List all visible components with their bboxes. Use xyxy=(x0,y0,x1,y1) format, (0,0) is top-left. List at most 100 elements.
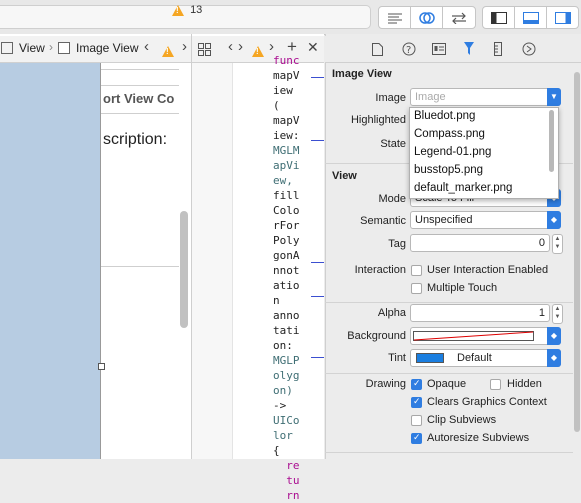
code-line: { xyxy=(273,444,280,457)
right-panel-icon xyxy=(554,11,571,24)
image-combo-box[interactable]: Image ▼ xyxy=(410,88,561,106)
code-jump-bar: ‹ › › + ✕ xyxy=(192,36,324,63)
issue-warning-icon[interactable] xyxy=(162,46,174,58)
divider xyxy=(101,113,179,114)
multiple-touch-checkbox[interactable] xyxy=(411,283,422,294)
svg-text:?: ? xyxy=(406,45,411,56)
forward-arrow-icon[interactable]: › xyxy=(238,38,243,55)
clip-subviews-label: Clip Subviews xyxy=(427,414,497,426)
alpha-stepper[interactable]: ▲ ▼ xyxy=(552,304,563,324)
back-arrow-icon[interactable]: ‹ xyxy=(144,38,149,55)
stepper-arrows-icon[interactable]: ◆ xyxy=(547,349,561,367)
autoresize-subviews-checkbox[interactable] xyxy=(411,432,422,444)
clears-graphics-checkbox[interactable] xyxy=(411,396,422,408)
left-scrollbar[interactable] xyxy=(180,211,188,328)
assistant-editor-button[interactable] xyxy=(411,7,443,28)
dropdown-item[interactable]: busstop5.png xyxy=(414,164,483,176)
dropdown-item[interactable]: default_marker.png xyxy=(414,182,512,194)
description-label: scription: xyxy=(103,131,168,148)
breadcrumb-image-view[interactable]: Image View xyxy=(76,41,138,55)
user-interaction-label: User Interaction Enabled xyxy=(427,264,549,276)
chevron-down-icon[interactable]: ▼ xyxy=(547,88,561,106)
ruler-icon[interactable] xyxy=(494,42,502,56)
background-color-well[interactable]: ◆ xyxy=(410,327,561,345)
tint-label: Tint xyxy=(388,352,406,364)
tint-color-well[interactable]: Default ◆ xyxy=(410,349,561,367)
view-icon xyxy=(1,42,13,54)
warning-badge[interactable]: 13 xyxy=(172,4,202,16)
canvas-view-area[interactable] xyxy=(0,63,100,459)
grid-icon[interactable] xyxy=(198,43,211,56)
chevron-right-icon: › xyxy=(49,40,53,54)
autoresize-subviews-label: Autoresize Subviews xyxy=(427,432,530,444)
drawing-label: Drawing xyxy=(365,378,406,390)
utilities-toggle-button[interactable] xyxy=(547,7,578,28)
resize-handle[interactable] xyxy=(98,363,105,370)
tag-field[interactable]: 0 xyxy=(410,234,550,252)
dropdown-item[interactable]: Legend-01.png xyxy=(414,146,491,158)
stepper-arrows-icon[interactable]: ◆ xyxy=(547,327,561,345)
code-text[interactable]: func mapV iew (mapV iew: MGLM apVi ew, fill Colo r… xyxy=(273,54,300,503)
clears-graphics-label: Clears Graphics Context xyxy=(427,396,547,408)
issue-warning-icon[interactable] xyxy=(252,46,264,58)
code-line: on: xyxy=(273,339,293,352)
bottom-panel-icon xyxy=(522,11,539,24)
section-divider xyxy=(325,302,573,303)
alpha-field[interactable]: 1 xyxy=(410,304,550,322)
help-icon[interactable]: ? xyxy=(402,42,416,56)
view-section-title: View xyxy=(332,170,357,182)
code-line: tati xyxy=(273,324,300,337)
close-editor-icon[interactable]: ✕ xyxy=(307,39,319,56)
version-editor-button[interactable] xyxy=(443,7,475,28)
code-line: apVi xyxy=(273,159,300,172)
warning-count: 13 xyxy=(190,4,203,16)
code-line: iew: xyxy=(273,129,300,142)
code-line: MGLP xyxy=(273,354,300,367)
storyboard-scene[interactable]: ort View Co scription: xyxy=(100,63,179,459)
code-line: func xyxy=(273,54,300,67)
interaction-label: Interaction xyxy=(354,264,406,276)
dropdown-scrollbar[interactable] xyxy=(549,110,554,172)
editor-mode-group xyxy=(378,6,476,29)
tag-stepper[interactable]: ▲ ▼ xyxy=(552,234,563,254)
stepper-arrows-icon[interactable]: ◆ xyxy=(547,211,561,229)
change-marker xyxy=(311,357,324,358)
image-view-icon xyxy=(58,42,70,54)
tint-value: Default xyxy=(457,352,492,364)
hidden-checkbox[interactable] xyxy=(490,379,501,390)
dropdown-item[interactable]: Bluedot.png xyxy=(414,110,475,122)
attributes-inspector-icon[interactable] xyxy=(462,41,476,57)
section-divider xyxy=(325,373,573,374)
semantic-popup[interactable]: Unspecified ◆ xyxy=(410,211,561,229)
code-line: Poly xyxy=(273,234,300,247)
navigator-toggle-button[interactable] xyxy=(483,7,515,28)
code-line: Colo xyxy=(273,204,300,217)
breadcrumb-view[interactable]: View xyxy=(19,41,45,55)
change-marker xyxy=(311,140,324,141)
divider xyxy=(101,69,179,70)
inspector-scrollbar[interactable] xyxy=(574,72,580,432)
code-line: lor xyxy=(273,429,293,442)
tag-label: Tag xyxy=(388,238,406,250)
jump-bar: View › Image View ‹ › xyxy=(0,36,191,63)
clip-subviews-checkbox[interactable] xyxy=(411,415,422,426)
opaque-checkbox[interactable] xyxy=(411,378,422,390)
code-line: rn xyxy=(273,489,300,502)
code-line: fill xyxy=(273,189,300,202)
identity-card-icon[interactable] xyxy=(432,43,446,55)
lines-icon xyxy=(387,13,402,23)
code-line: olyg xyxy=(273,369,300,382)
image-view-section-title: Image View xyxy=(332,68,392,80)
forward-arrow-icon[interactable]: › xyxy=(182,38,187,55)
file-icon[interactable] xyxy=(372,43,383,56)
debug-toggle-button[interactable] xyxy=(515,7,547,28)
standard-editor-button[interactable] xyxy=(379,7,411,28)
scene-title: ort View Co xyxy=(103,91,175,106)
user-interaction-checkbox[interactable] xyxy=(411,265,422,276)
image-label: Image xyxy=(375,92,406,104)
connections-icon[interactable] xyxy=(522,42,536,56)
change-marker xyxy=(311,296,324,297)
back-arrow-icon[interactable]: ‹ xyxy=(228,38,233,55)
dropdown-item[interactable]: Compass.png xyxy=(414,128,485,140)
image-dropdown-list: Bluedot.png Compass.png Legend-01.png bu… xyxy=(409,107,559,199)
